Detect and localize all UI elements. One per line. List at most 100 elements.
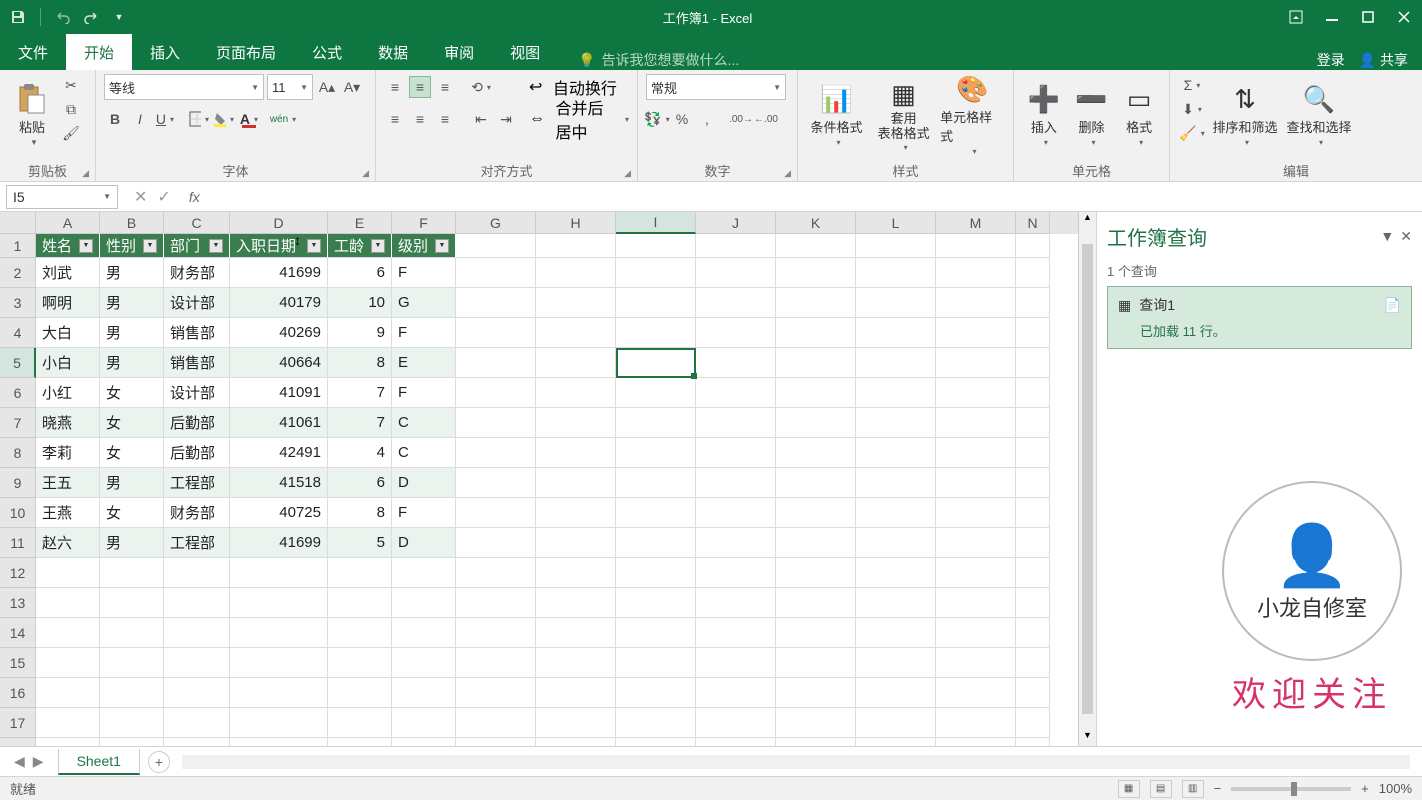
cell[interactable] [696,258,776,288]
cell[interactable] [1016,678,1050,708]
cell[interactable] [36,558,100,588]
cell[interactable] [616,288,696,318]
cell[interactable] [1016,318,1050,348]
cell[interactable] [1016,738,1050,746]
cell[interactable] [164,558,230,588]
cell[interactable] [776,708,856,738]
bold-button[interactable]: B [104,108,126,130]
cell[interactable] [164,678,230,708]
cell[interactable]: F [392,378,456,408]
cell[interactable] [230,618,328,648]
sheet-nav-prev-icon[interactable]: ◀ [14,753,25,770]
cell[interactable]: 男 [100,258,164,288]
cell[interactable] [616,438,696,468]
accounting-icon[interactable]: 💱▾ [646,108,668,130]
cell[interactable]: 41091 [230,378,328,408]
cell[interactable] [936,648,1016,678]
cell[interactable]: 后勤部 [164,408,230,438]
cell[interactable] [36,588,100,618]
cell[interactable]: 女 [100,498,164,528]
add-sheet-button[interactable]: + [148,751,170,773]
cell[interactable] [936,258,1016,288]
row-header[interactable]: 4 [0,318,36,348]
ribbon-options-icon[interactable] [1278,0,1314,34]
maximize-icon[interactable] [1350,0,1386,34]
cell[interactable]: 部门▼ [164,234,230,258]
cell[interactable] [456,498,536,528]
cell[interactable] [1016,558,1050,588]
underline-button[interactable]: U▾ [154,108,176,130]
column-header[interactable]: I [616,212,696,234]
cell[interactable]: 10 [328,288,392,318]
autosum-icon[interactable]: Σ▾ [1178,74,1206,96]
align-center-icon[interactable]: ≡ [409,108,431,130]
cell[interactable] [936,558,1016,588]
cell[interactable] [776,408,856,438]
clear-icon[interactable]: 🧹▾ [1178,122,1206,144]
cell[interactable] [230,738,328,746]
cell[interactable] [696,468,776,498]
font-name-combo[interactable]: 等线▼ [104,74,264,100]
cell[interactable]: 41699 [230,528,328,558]
cell[interactable] [776,288,856,318]
select-all-corner[interactable] [0,212,36,234]
increase-font-icon[interactable]: A▴ [316,76,338,98]
copy-icon[interactable]: ⧉ [60,98,82,120]
column-header[interactable]: G [456,212,536,234]
cell[interactable]: 男 [100,348,164,378]
font-size-combo[interactable]: 11▼ [267,74,313,100]
column-header[interactable]: E [328,212,392,234]
cell[interactable] [856,678,936,708]
cell[interactable]: F [392,318,456,348]
cell[interactable] [100,648,164,678]
cell[interactable] [696,678,776,708]
cell[interactable] [696,618,776,648]
cell[interactable] [856,498,936,528]
row-header[interactable]: 9 [0,468,36,498]
cell[interactable]: 5 [328,528,392,558]
cell[interactable] [1016,288,1050,318]
cell[interactable]: 销售部 [164,348,230,378]
cell[interactable]: 40179 [230,288,328,318]
name-box[interactable]: I5▼ [6,185,118,209]
increase-indent-icon[interactable]: ⇥ [495,108,517,130]
cell[interactable] [856,348,936,378]
cell[interactable]: 8 [328,498,392,528]
row-header[interactable]: 14 [0,618,36,648]
column-header[interactable]: B [100,212,164,234]
cell[interactable] [536,288,616,318]
cell[interactable] [696,498,776,528]
cell[interactable] [936,438,1016,468]
cell[interactable] [536,408,616,438]
cell[interactable] [1016,498,1050,528]
cell[interactable]: C [392,408,456,438]
cell[interactable]: 晓燕 [36,408,100,438]
cell[interactable] [456,408,536,438]
cell[interactable] [776,498,856,528]
cell[interactable] [1016,618,1050,648]
cell[interactable]: 41061 [230,408,328,438]
cell[interactable] [536,234,616,258]
cell[interactable] [936,288,1016,318]
sheet-nav-next-icon[interactable]: ▶ [33,753,44,770]
cell[interactable] [164,618,230,648]
cell[interactable]: 41518 [230,468,328,498]
cell[interactable] [696,288,776,318]
cell[interactable] [696,348,776,378]
minimize-icon[interactable] [1314,0,1350,34]
cell[interactable] [1016,348,1050,378]
page-break-view-icon[interactable]: ▥ [1182,780,1204,798]
cell[interactable]: 后勤部 [164,438,230,468]
format-as-table-button[interactable]: ▦套用 表格格式▾ [871,74,936,156]
cell[interactable] [616,348,696,378]
cell[interactable]: 王五 [36,468,100,498]
filter-button[interactable]: ▼ [435,239,449,253]
filter-button[interactable]: ▼ [209,239,223,253]
cell[interactable] [230,558,328,588]
align-left-icon[interactable]: ≡ [384,108,406,130]
cell[interactable]: 赵六 [36,528,100,558]
cell[interactable] [1016,648,1050,678]
phonetic-icon[interactable]: wén▾ [272,108,294,130]
align-top-icon[interactable]: ≡ [384,76,406,98]
cell[interactable] [456,528,536,558]
